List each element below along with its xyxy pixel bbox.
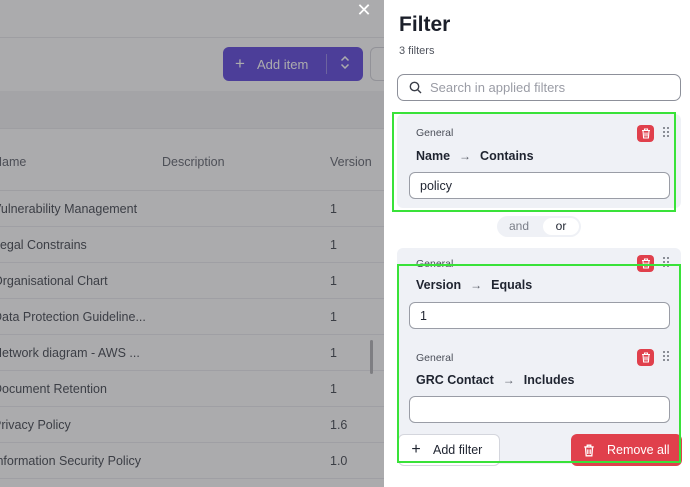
remove-all-button[interactable]: Remove all [571,434,682,466]
filter-category: General [416,127,454,139]
trash-icon [641,128,650,139]
delete-filter-button[interactable] [637,125,654,142]
add-filter-button[interactable]: + Add filter [398,434,500,466]
filter-value-input[interactable] [409,172,670,199]
filter-count: 3 filters [399,45,435,57]
delete-filter-button[interactable] [637,255,654,272]
logic-and-option[interactable]: and [497,216,541,237]
filter-operator: Equals [491,278,533,292]
filter-rule: Name → Contains [416,149,534,163]
filter-search[interactable] [397,74,681,101]
filter-category: General [416,258,454,270]
filter-value-input[interactable] [409,396,670,423]
arrow-right-icon: → [470,278,483,292]
plus-icon: + [411,441,421,458]
filter-operator: Contains [480,149,534,163]
drag-handle-icon[interactable] [663,351,671,363]
filter-field: Version [416,278,462,292]
add-filter-label: Add filter [433,443,483,457]
filter-category: General [416,352,454,364]
filter-group: General Version → Equals General GRC Con… [397,248,681,464]
trash-icon [641,258,650,269]
drag-handle-icon[interactable] [663,127,671,139]
drag-handle-icon[interactable] [663,257,671,269]
trash-icon [571,444,607,457]
filter-card: General Name → Contains [397,114,681,208]
delete-filter-button[interactable] [637,349,654,366]
filter-rule: GRC Contact → Includes [416,373,575,387]
filter-drawer: Filter 3 filters General Name → Contains… [384,0,690,487]
drawer-title: Filter [399,13,451,36]
filter-field: GRC Contact [416,373,494,387]
close-drawer-icon[interactable]: ✕ [354,0,374,20]
filter-operator: Includes [523,373,575,387]
search-icon [409,81,422,94]
filter-value-input[interactable] [409,302,670,329]
remove-all-label: Remove all [607,443,670,457]
arrow-right-icon: → [459,149,472,163]
trash-icon [641,352,650,363]
arrow-right-icon: → [502,373,515,387]
logic-or-option[interactable]: or [543,218,579,235]
search-input[interactable] [430,80,670,95]
filter-rule: Version → Equals [416,278,532,292]
filter-field: Name [416,149,451,163]
logic-toggle[interactable]: and or [497,216,581,237]
